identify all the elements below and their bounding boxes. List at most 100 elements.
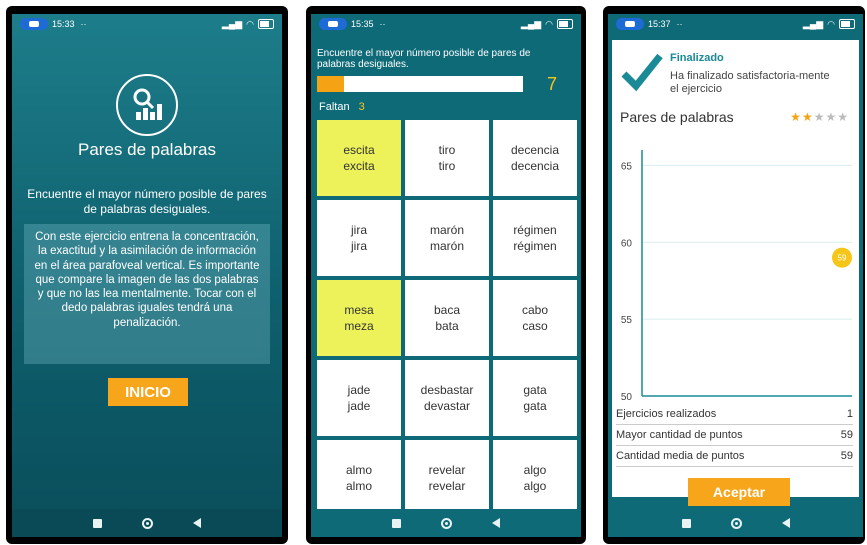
status-time: 15:37 bbox=[648, 19, 671, 29]
word-top: gata bbox=[523, 383, 547, 397]
back-icon[interactable] bbox=[781, 518, 790, 528]
word-pair-cell[interactable]: mesa meza bbox=[317, 280, 401, 356]
word-pair-cell[interactable]: revelar revelar bbox=[405, 440, 489, 516]
word-bottom: meza bbox=[344, 319, 374, 333]
word-pair-cell[interactable]: cabo caso bbox=[493, 280, 577, 356]
word-bottom: excita bbox=[343, 159, 375, 173]
accept-button[interactable]: Aceptar bbox=[688, 478, 790, 506]
stat-label: Ejercicios realizados bbox=[616, 408, 717, 420]
stat-row: Ejercicios realizados 1 bbox=[616, 404, 853, 425]
word-bottom: revelar bbox=[428, 479, 466, 493]
word-pair-cell[interactable]: escita excita bbox=[317, 120, 401, 196]
status-bar: 15:35 ·· ▂▄▆ ◠ bbox=[311, 14, 581, 34]
word-pair-cell[interactable]: desbastar devastar bbox=[405, 360, 489, 436]
y-tick-label: 60 bbox=[621, 238, 633, 249]
remaining-label: Faltan bbox=[319, 101, 350, 113]
phone-frame-intro: 15:33 ·· ▂▄▆ ◠ Pares de palabras Encuent… bbox=[6, 6, 288, 544]
word-pair-cell[interactable]: algo algo bbox=[493, 440, 577, 516]
exercise-description: Con este ejercicio entrena la concentrac… bbox=[24, 224, 270, 364]
word-bottom: marón bbox=[429, 239, 464, 253]
wifi-icon: ◠ bbox=[827, 18, 835, 29]
recents-icon[interactable] bbox=[681, 518, 691, 528]
battery-icon bbox=[557, 19, 573, 29]
wifi-icon: ◠ bbox=[545, 18, 553, 29]
back-icon[interactable] bbox=[193, 518, 201, 528]
score-chart: 65 60 55 50 59 bbox=[621, 150, 852, 403]
exercise-title: Pares de palabras bbox=[620, 109, 734, 125]
recents-icon[interactable] bbox=[93, 518, 102, 528]
signal-icon: ▂▄▆ bbox=[802, 18, 824, 29]
signal-icon: ▂▄▆ bbox=[221, 18, 243, 29]
star-filled-icon: ★ bbox=[790, 110, 802, 124]
word-pair-cell[interactable]: régimen régimen bbox=[493, 200, 577, 276]
status-bar: 15:33 ·· ▂▄▆ ◠ bbox=[12, 14, 282, 34]
start-button[interactable]: INICIO bbox=[108, 378, 188, 406]
home-icon[interactable] bbox=[142, 517, 153, 529]
call-pill-icon bbox=[20, 18, 48, 30]
finished-title: Finalizado bbox=[670, 52, 724, 64]
status-bar: 15:37 ·· ▂▄▆ ◠ bbox=[608, 14, 863, 34]
game-screen: 15:35 ·· ▂▄▆ ◠ Encuentre el mayor número… bbox=[311, 14, 581, 537]
android-nav-bar bbox=[12, 509, 282, 537]
word-pair-cell[interactable]: almo almo bbox=[317, 440, 401, 516]
word-pair-cell[interactable]: marón marón bbox=[405, 200, 489, 276]
signal-icon: ▂▄▆ bbox=[520, 18, 542, 29]
remaining-counter: Faltan 3 bbox=[319, 101, 365, 113]
stat-value: 1 bbox=[846, 408, 853, 420]
android-nav-bar bbox=[608, 509, 863, 537]
word-pair-cell[interactable]: decencia decencia bbox=[493, 120, 577, 196]
star-empty-icon: ★ bbox=[837, 110, 849, 124]
status-icons: ▂▄▆ ◠ bbox=[521, 19, 573, 30]
word-top: almo bbox=[345, 463, 372, 477]
word-pair-grid: escita excita tiro tiro decencia decencia jira… bbox=[317, 120, 577, 519]
stat-row: Mayor cantidad de puntos 59 bbox=[616, 425, 853, 446]
word-bottom: algo bbox=[523, 479, 547, 493]
intro-screen: 15:33 ·· ▂▄▆ ◠ Pares de palabras Encuent… bbox=[12, 14, 282, 537]
home-icon[interactable] bbox=[441, 517, 452, 529]
word-top: algo bbox=[523, 463, 547, 477]
status-icons: ▂▄▆ ◠ bbox=[222, 19, 274, 30]
stat-label: Cantidad media de puntos bbox=[616, 450, 745, 462]
word-bottom: bata bbox=[435, 319, 459, 333]
game-instruction: Encuentre el mayor número posible de par… bbox=[317, 48, 531, 70]
word-top: revelar bbox=[428, 463, 466, 477]
word-pair-cell[interactable]: jade jade bbox=[317, 360, 401, 436]
data-point-label: 59 bbox=[838, 254, 847, 263]
word-pair-cell[interactable]: baca bata bbox=[405, 280, 489, 356]
call-pill-icon bbox=[319, 18, 347, 30]
search-chart-icon bbox=[133, 88, 162, 120]
word-bottom: caso bbox=[522, 319, 548, 333]
word-top: baca bbox=[433, 303, 461, 317]
word-top: decencia bbox=[510, 143, 560, 157]
remaining-value: 3 bbox=[358, 101, 365, 113]
star-filled-icon: ★ bbox=[801, 110, 814, 124]
call-pill-icon bbox=[616, 18, 644, 30]
back-icon[interactable] bbox=[492, 518, 500, 528]
word-pair-cell[interactable]: tiro tiro bbox=[405, 120, 489, 196]
phone-frame-results: 15:37 ·· ▂▄▆ ◠ Finalizado Ha finalizado … bbox=[603, 6, 865, 544]
y-tick-label: 65 bbox=[621, 161, 633, 172]
app-logo bbox=[116, 74, 178, 136]
phone-frame-game: 15:35 ·· ▂▄▆ ◠ Encuentre el mayor número… bbox=[306, 6, 586, 544]
status-extra: ·· bbox=[379, 19, 386, 29]
word-bottom: decencia bbox=[510, 159, 560, 173]
word-bottom: jira bbox=[350, 239, 367, 253]
word-bottom: almo bbox=[345, 479, 372, 493]
battery-icon bbox=[839, 19, 855, 29]
word-top: desbastar bbox=[420, 383, 474, 397]
recents-icon[interactable] bbox=[392, 518, 401, 528]
stats-list: Ejercicios realizados 1 Mayor cantidad de … bbox=[616, 404, 853, 467]
word-top: tiro bbox=[438, 143, 456, 157]
battery-icon bbox=[258, 19, 274, 29]
word-top: régimen bbox=[513, 223, 557, 237]
word-pair-cell[interactable]: jira jira bbox=[317, 200, 401, 276]
stat-value: 59 bbox=[840, 450, 853, 462]
exercise-title: Pares de palabras bbox=[78, 140, 216, 159]
status-time: 15:33 bbox=[52, 19, 75, 29]
results-panel: Finalizado Ha finalizado satisfactoria-m… bbox=[612, 40, 859, 506]
home-icon[interactable] bbox=[730, 517, 742, 529]
word-pair-cell[interactable]: gata gata bbox=[493, 360, 577, 436]
word-top: escita bbox=[343, 143, 375, 157]
wifi-icon: ◠ bbox=[246, 18, 254, 29]
score-value: 7 bbox=[547, 74, 558, 94]
